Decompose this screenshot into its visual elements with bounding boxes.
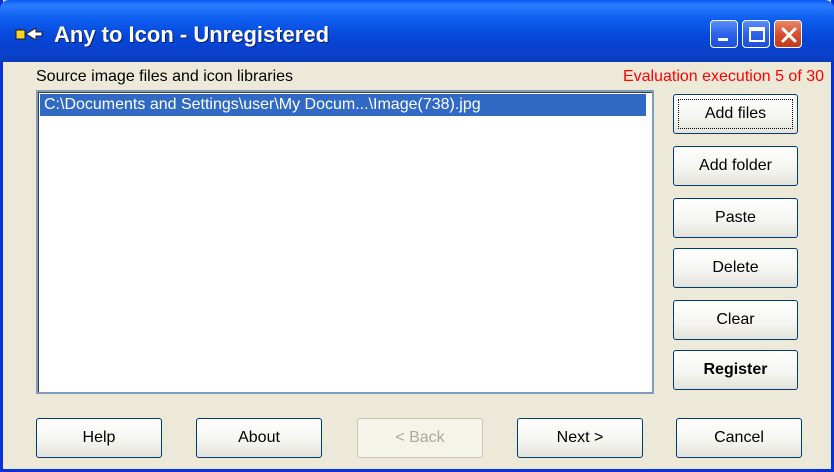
help-label: Help <box>82 429 116 446</box>
title-bar[interactable]: Any to Icon - Unregistered <box>0 0 834 62</box>
maximize-button[interactable] <box>742 20 770 48</box>
cancel-label: Cancel <box>714 429 764 446</box>
back-button[interactable]: < Back <box>357 418 483 458</box>
next-label: Next > <box>556 429 604 446</box>
clear-label: Clear <box>716 311 755 328</box>
minimize-button[interactable] <box>710 20 738 48</box>
next-button[interactable]: Next > <box>517 418 643 458</box>
register-button[interactable]: Register <box>673 350 798 390</box>
delete-button[interactable]: Delete <box>673 248 798 288</box>
evaluation-counter: Evaluation execution 5 of 30 <box>622 68 824 85</box>
add-folder-label: Add folder <box>699 157 772 174</box>
minimize-icon <box>718 38 728 41</box>
source-files-label: Source image files and icon libraries <box>36 68 294 85</box>
cancel-button[interactable]: Cancel <box>676 418 802 458</box>
clear-button[interactable]: Clear <box>673 300 798 340</box>
help-button[interactable]: Help <box>36 418 162 458</box>
maximize-icon <box>749 27 765 42</box>
app-window: Any to Icon - Unregistered Source image … <box>0 0 834 472</box>
app-icon <box>14 24 44 44</box>
register-label: Register <box>703 361 768 378</box>
close-icon <box>781 27 797 43</box>
source-file-list[interactable]: C:\Documents and Settings\user\My Docum.… <box>36 90 654 394</box>
about-button[interactable]: About <box>196 418 322 458</box>
window-title: Any to Icon - Unregistered <box>54 22 330 47</box>
paste-button[interactable]: Paste <box>673 198 798 238</box>
add-files-button[interactable]: Add files <box>673 94 798 134</box>
add-folder-button[interactable]: Add folder <box>673 146 798 186</box>
list-item[interactable]: C:\Documents and Settings\user\My Docum.… <box>40 94 646 116</box>
back-label: < Back <box>395 429 445 446</box>
about-label: About <box>238 429 280 446</box>
add-files-label: Add files <box>704 105 767 122</box>
delete-label: Delete <box>712 259 759 276</box>
close-button[interactable] <box>774 20 802 48</box>
paste-label: Paste <box>715 209 756 226</box>
